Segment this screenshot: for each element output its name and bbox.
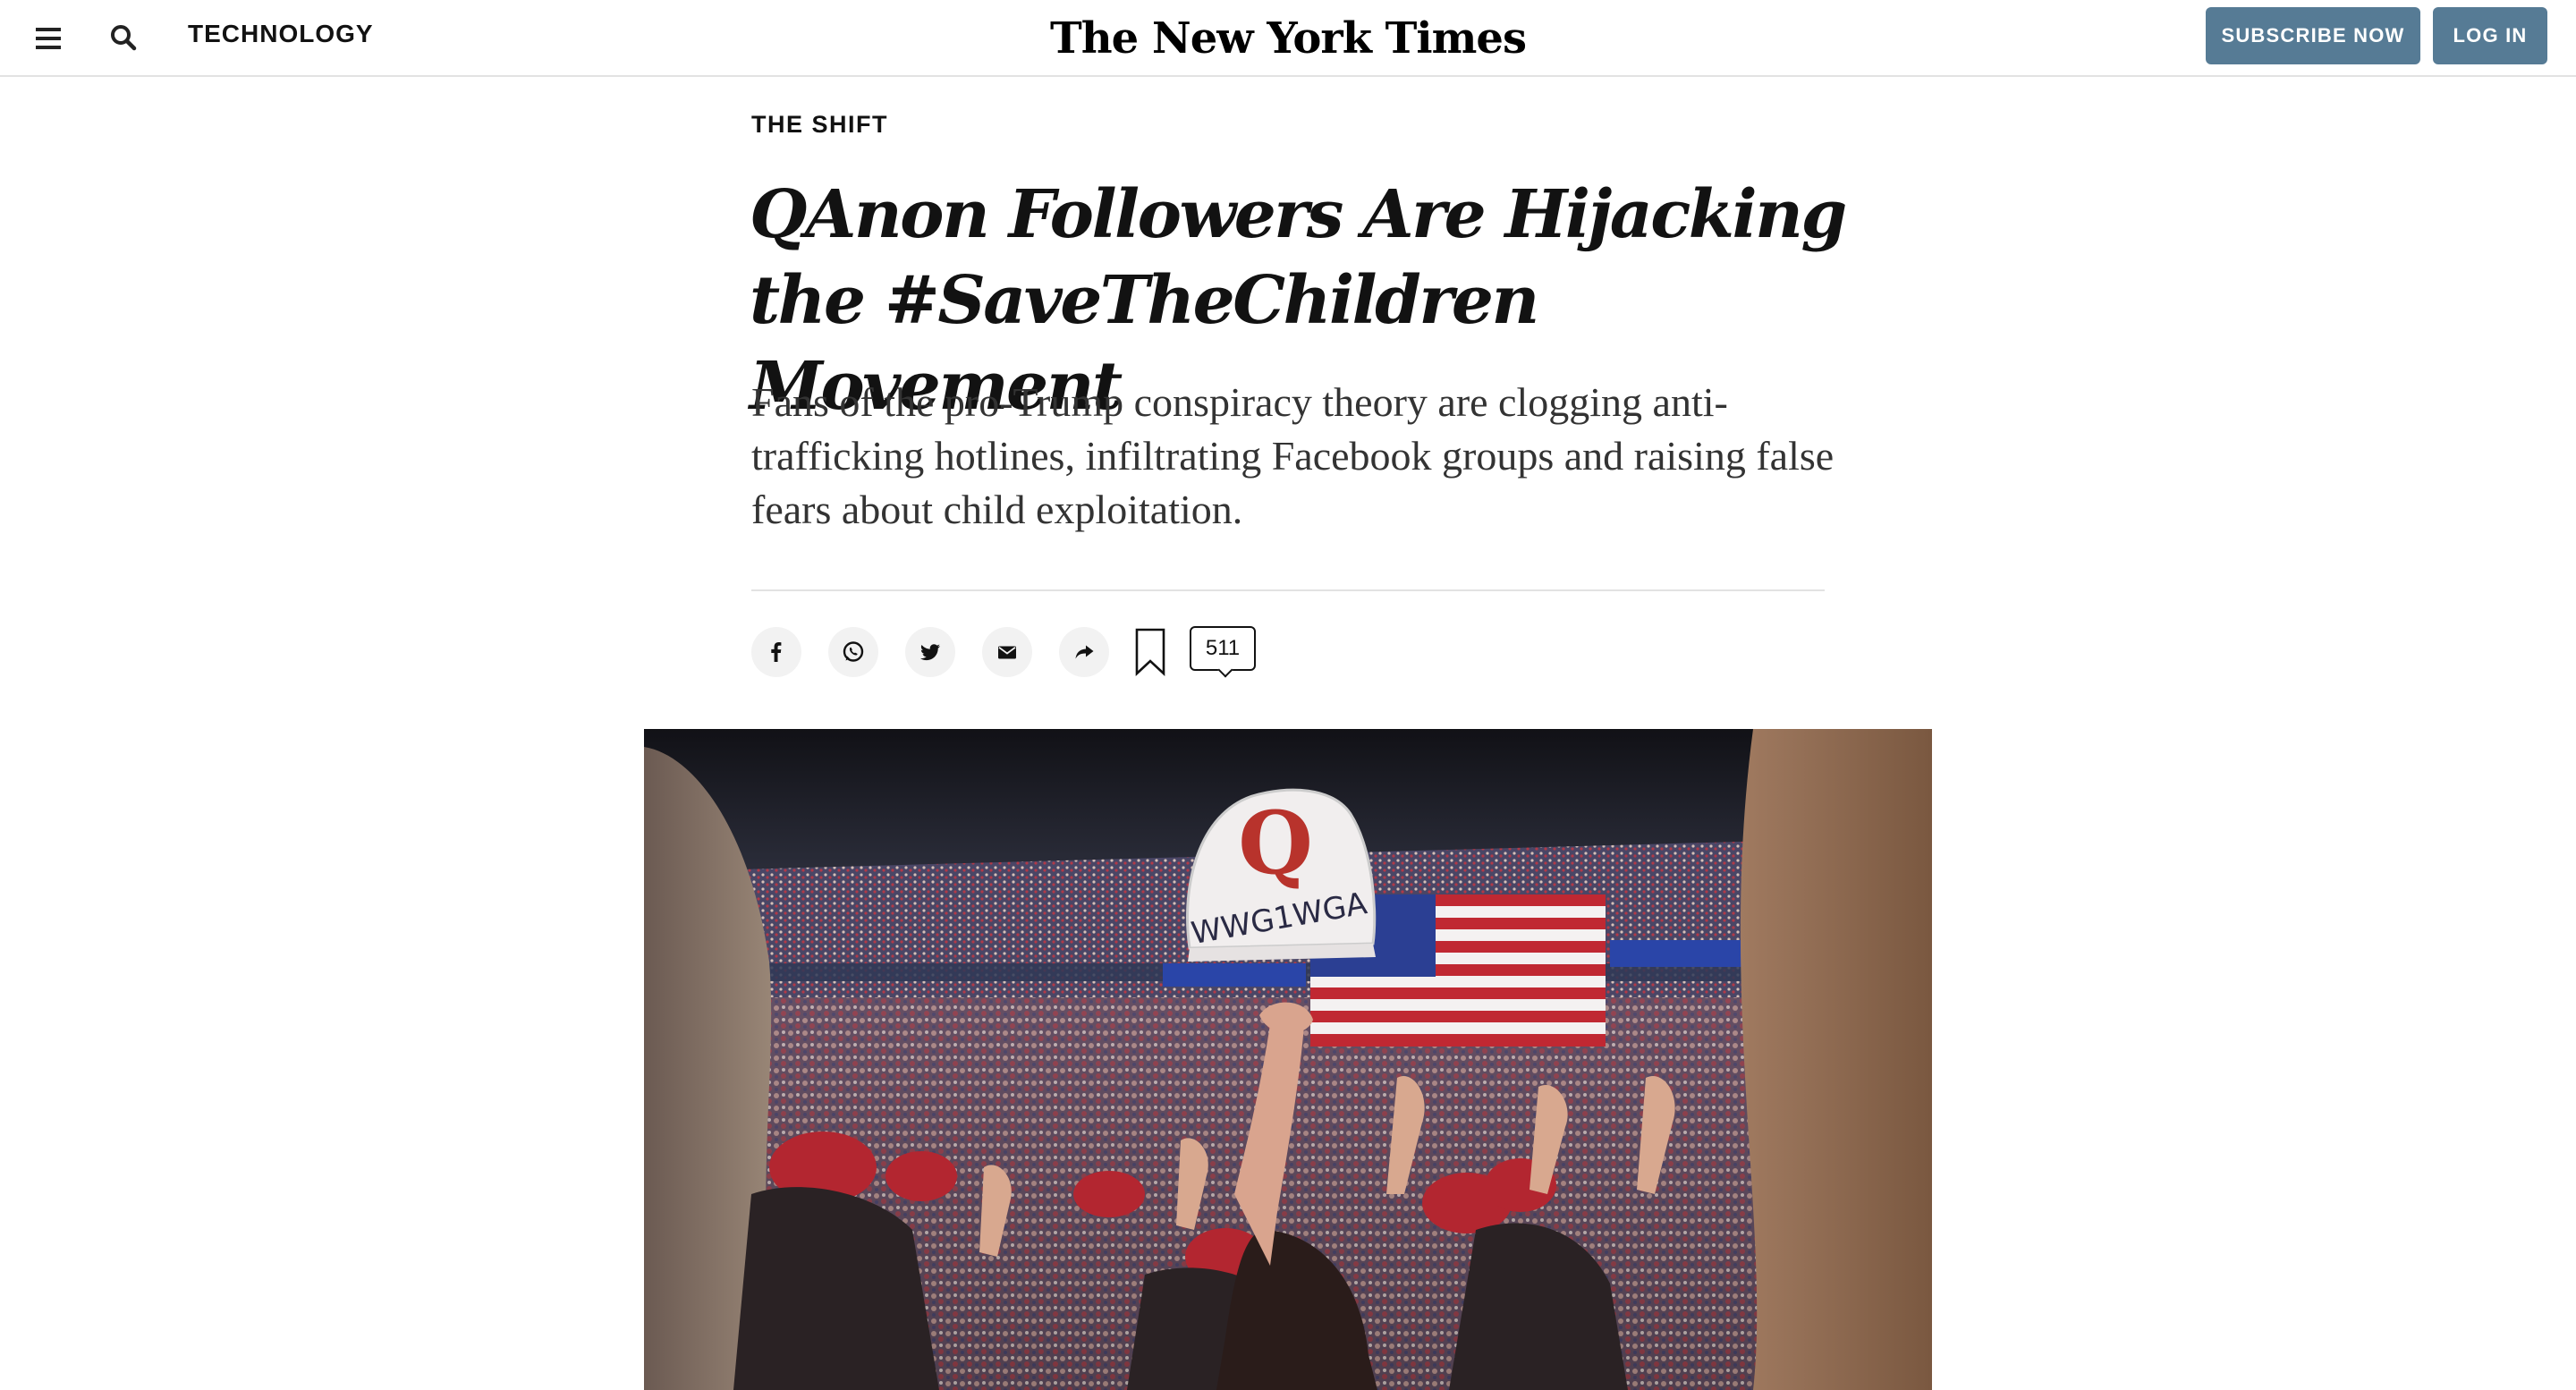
more-share-button[interactable] bbox=[1059, 627, 1109, 677]
twitter-icon bbox=[920, 644, 940, 661]
comments-button[interactable]: 511 bbox=[1190, 626, 1258, 678]
facebook-share-button[interactable] bbox=[751, 627, 801, 677]
rally-crowd-photo: Q WWG1WGA bbox=[644, 729, 1932, 1390]
facebook-icon bbox=[771, 642, 782, 662]
bookmark-button[interactable] bbox=[1134, 628, 1166, 676]
top-navigation-bar: TECHNOLOGY The New York Times SUBSCRIBE … bbox=[0, 0, 2576, 77]
email-share-button[interactable] bbox=[982, 627, 1032, 677]
article-summary: Fans of the pro-Trump conspiracy theory … bbox=[751, 379, 1835, 532]
email-icon bbox=[998, 646, 1016, 659]
whatsapp-share-button[interactable] bbox=[828, 627, 878, 677]
hero-image: Q WWG1WGA bbox=[644, 729, 1932, 1390]
article-kicker[interactable]: THE SHIFT bbox=[751, 111, 888, 139]
nyt-logo[interactable]: The New York Times bbox=[1002, 7, 1574, 70]
hamburger-menu-icon[interactable] bbox=[32, 23, 64, 54]
search-icon[interactable] bbox=[106, 20, 141, 55]
login-button[interactable]: LOG IN bbox=[2433, 7, 2547, 64]
svg-text:Q: Q bbox=[1238, 792, 1313, 894]
twitter-share-button[interactable] bbox=[905, 627, 955, 677]
divider bbox=[751, 589, 1825, 591]
comment-count: 511 bbox=[1205, 636, 1241, 660]
whatsapp-icon bbox=[843, 641, 864, 662]
section-link-technology[interactable]: TECHNOLOGY bbox=[188, 18, 374, 50]
bookmark-icon bbox=[1135, 628, 1165, 676]
share-arrow-icon bbox=[1075, 645, 1094, 659]
subscribe-button[interactable]: SUBSCRIBE NOW bbox=[2206, 7, 2420, 64]
